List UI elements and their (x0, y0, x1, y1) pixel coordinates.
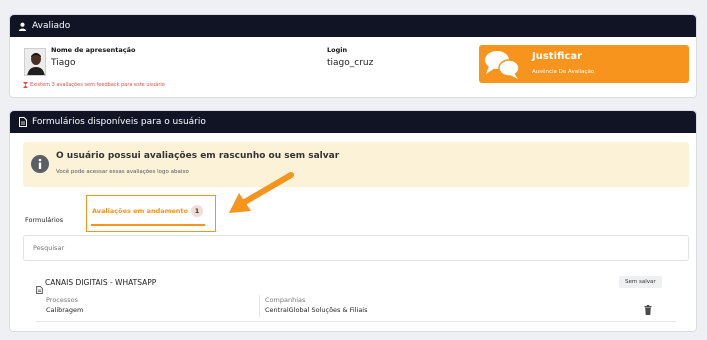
forms-card: Formulários disponíveis para o usuário O… (9, 110, 697, 332)
document-icon (18, 117, 27, 127)
active-tab-underline (91, 224, 205, 226)
warning-text: Existem 3 avaliações sem feedback para e… (30, 82, 165, 88)
tab-count-badge: 1 (191, 205, 203, 217)
tab-avaliacoes-label: Avaliações em andamento (92, 207, 189, 215)
user-icon (18, 22, 27, 31)
process-value: Calibragem (46, 306, 84, 314)
company-label: Companhias (265, 296, 306, 304)
item-title: CANAIS DIGITAIS - WHATSAPP (45, 278, 157, 287)
alert-text: Você pode acessar essas avaliações logo … (56, 169, 189, 175)
forms-header: Formulários disponíveis para o usuário (10, 111, 696, 133)
login-label: Login (327, 46, 348, 54)
pointer-arrow-icon (229, 172, 294, 213)
evaluated-header: Avaliado (10, 15, 696, 37)
tab-avaliacoes-em-andamento[interactable]: Avaliações em andamento 1 (86, 195, 216, 232)
name-value: Tiago (51, 58, 76, 68)
evaluated-title: Avaliado (32, 21, 71, 31)
chat-bubbles-icon (483, 49, 521, 85)
process-label: Processos (46, 296, 79, 304)
evaluated-card: Avaliado Nome de apresentação Tiago Exis… (9, 14, 697, 98)
info-icon (30, 154, 50, 178)
status-badge: Sem salvar (619, 276, 662, 288)
tab-formularios[interactable]: Formulários (25, 207, 63, 226)
justify-title: Justificar (532, 51, 583, 62)
trash-icon[interactable] (644, 300, 652, 319)
hourglass-icon (23, 82, 28, 88)
warning-line: Existem 3 avaliações sem feedback para e… (23, 82, 165, 88)
justify-subtitle: Ausência De Avaliação (532, 69, 595, 75)
column-divider (259, 295, 260, 317)
draft-alert: O usuário possui avaliações em rascunho … (23, 142, 689, 187)
justify-button[interactable]: Justificar Ausência De Avaliação (479, 45, 689, 83)
search-input[interactable] (24, 236, 688, 260)
company-value: CentralGlobal Soluções & Filiais (265, 306, 368, 314)
tab-formularios-label: Formulários (25, 216, 64, 224)
forms-title: Formulários disponíveis para o usuário (32, 117, 206, 127)
avatar (24, 48, 46, 76)
search-field[interactable] (23, 235, 689, 261)
name-label: Nome de apresentação (51, 46, 136, 54)
document-icon (36, 279, 43, 298)
list-item[interactable]: CANAIS DIGITAIS - WHATSAPP Sem salvar Pr… (36, 276, 676, 322)
login-value: tiago_cruz (327, 58, 374, 68)
alert-title: O usuário possui avaliações em rascunho … (56, 151, 340, 161)
